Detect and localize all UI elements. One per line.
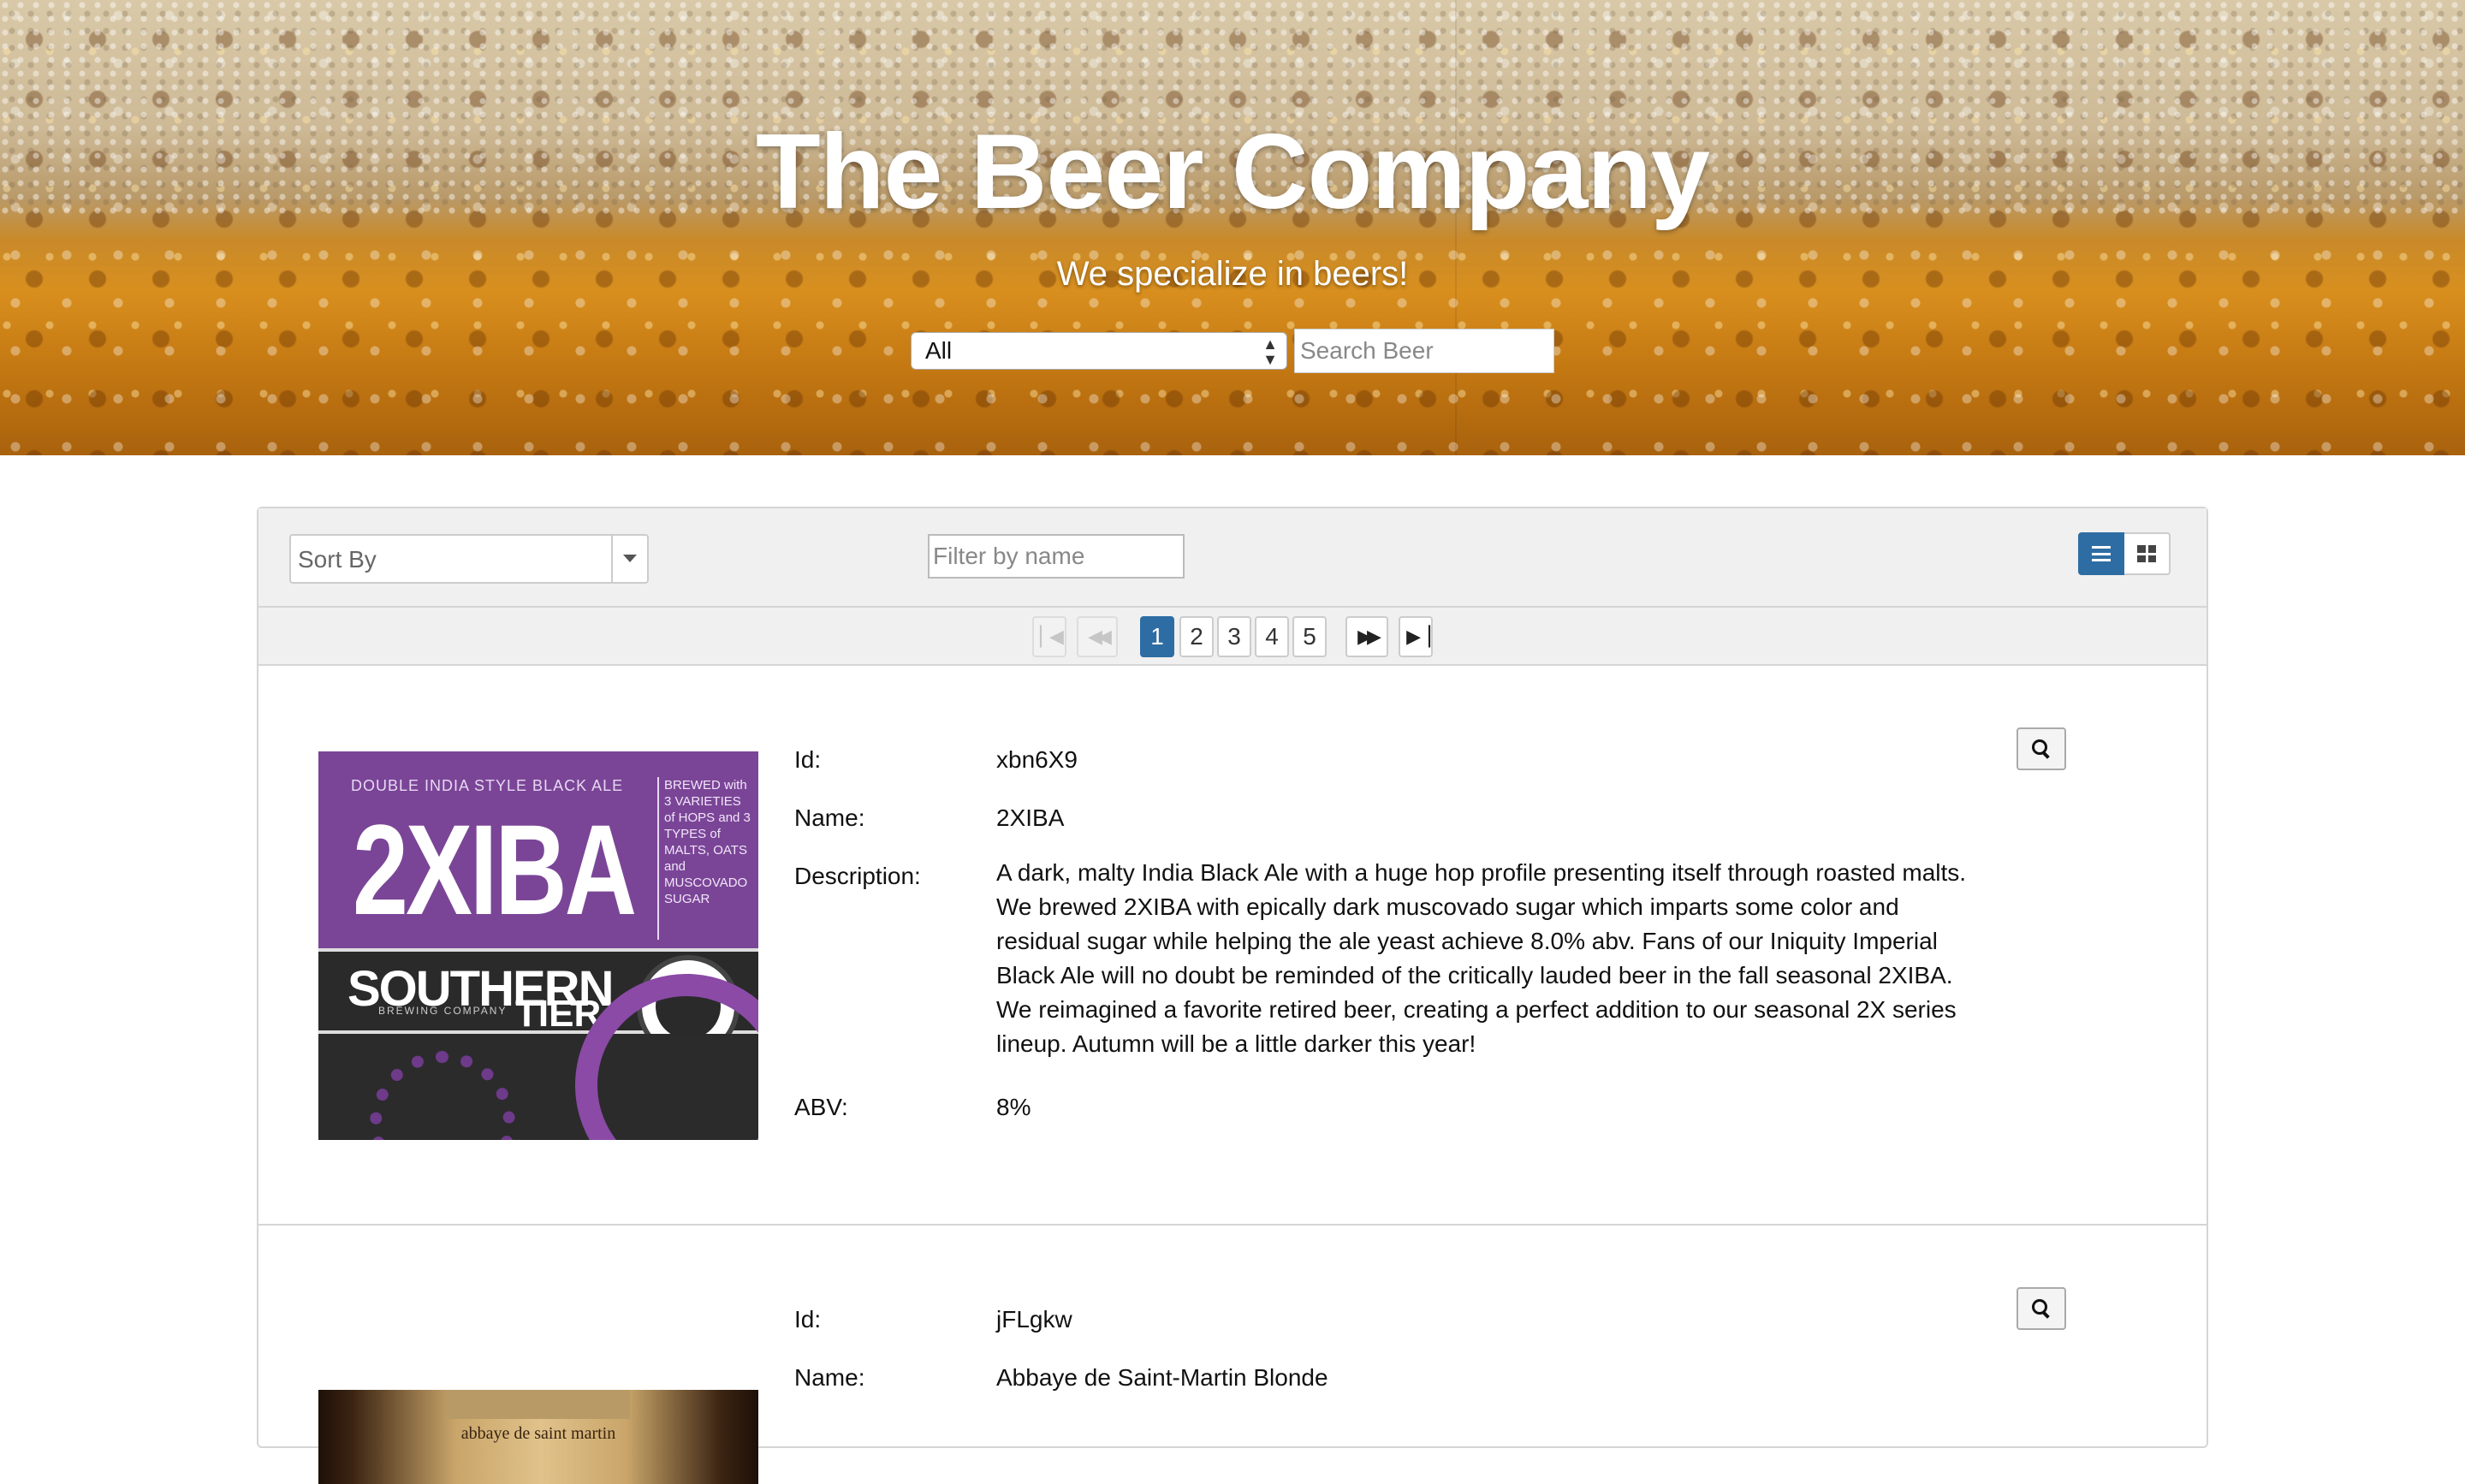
- first-page-icon: ▏◀: [1040, 626, 1064, 647]
- id-label: Id:: [794, 1306, 822, 1333]
- page-title: The Beer Company: [755, 113, 1710, 231]
- list-view-button[interactable]: [2078, 532, 2124, 575]
- label-text: abbaye de saint martin: [460, 1424, 616, 1443]
- id-value: jFLgkw: [996, 1306, 1072, 1333]
- id-label: Id:: [794, 746, 822, 773]
- sort-dropdown-toggle[interactable]: [611, 536, 647, 582]
- page-button-1[interactable]: 1: [1140, 616, 1174, 657]
- view-details-button[interactable]: [2017, 1287, 2066, 1330]
- view-details-button[interactable]: [2017, 727, 2066, 770]
- rewind-icon: ◀◀: [1088, 626, 1112, 647]
- fast-forward-icon: ▶▶: [1357, 626, 1381, 647]
- category-select[interactable]: All ▲ ▼: [911, 332, 1287, 370]
- label-brand-2: TIER: [515, 993, 602, 1035]
- search-icon: [2032, 1299, 2051, 1318]
- pagination: ▏◀ ◀◀ 1 2 3 4 5 ▶▶ ▶▕: [258, 608, 2207, 666]
- list-icon: [2092, 546, 2111, 561]
- beer-list-item: DOUBLE INDIA STYLE BLACK ALE 2XIBA BREWE…: [258, 666, 2207, 1226]
- description-value: A dark, malty India Black Ale with a hug…: [996, 859, 1967, 1057]
- hero-banner: The Beer Company We specialize in beers!…: [0, 0, 2465, 455]
- previous-page-button[interactable]: ◀◀: [1077, 616, 1118, 657]
- next-page-button[interactable]: ▶▶: [1345, 616, 1388, 657]
- label-tagline: DOUBLE INDIA STYLE BLACK ALE: [351, 777, 624, 794]
- beer-label-image: DOUBLE INDIA STYLE BLACK ALE 2XIBA BREWE…: [318, 751, 758, 1140]
- grid-icon: [2137, 545, 2156, 562]
- toolbar: Sort By: [258, 508, 2207, 608]
- view-toggle: [2078, 532, 2171, 575]
- abv-label: ABV:: [794, 1094, 848, 1120]
- page-subtitle: We specialize in beers!: [1056, 255, 1409, 293]
- name-value: 2XIBA: [996, 804, 1065, 831]
- sort-placeholder: Sort By: [298, 546, 377, 573]
- sort-dropdown[interactable]: Sort By: [289, 534, 649, 584]
- category-select-value: All: [925, 337, 953, 364]
- label-side-text: BREWED with 3 VARIETIES of HOPS and 3 TY…: [664, 778, 751, 906]
- id-value: xbn6X9: [996, 746, 1078, 773]
- beer-list-panel: Sort By ▏◀ ◀◀ 1 2 3 4 5 ▶▶ ▶▕ DOUBLE IND…: [257, 507, 2208, 1484]
- first-page-button[interactable]: ▏◀: [1032, 616, 1066, 657]
- abv-value: 8%: [996, 1094, 1031, 1120]
- beer-list-item: abbaye de saint martin Id: jFLgkw Name: …: [258, 1226, 2207, 1484]
- search-icon: [2032, 739, 2051, 758]
- filter-by-name-input[interactable]: [928, 534, 1185, 579]
- page-button-5[interactable]: 5: [1292, 616, 1327, 657]
- name-label: Name:: [794, 1364, 865, 1391]
- select-arrows-icon: ▲ ▼: [1262, 335, 1278, 368]
- page-button-3[interactable]: 3: [1217, 616, 1251, 657]
- last-page-icon: ▶▕: [1406, 626, 1430, 647]
- beer-label-image: abbaye de saint martin: [318, 1390, 758, 1484]
- name-label: Name:: [794, 804, 865, 831]
- grid-view-button[interactable]: [2124, 532, 2171, 575]
- label-gear-graphic: [370, 1051, 515, 1140]
- label-beer-name: 2XIBA: [353, 798, 637, 941]
- name-value: Abbaye de Saint-Martin Blonde: [996, 1364, 1328, 1391]
- description-label: Description:: [794, 863, 921, 889]
- label-brand-sub: BREWING COMPANY: [378, 1005, 508, 1017]
- last-page-button[interactable]: ▶▕: [1399, 616, 1433, 657]
- search-beer-input[interactable]: [1294, 329, 1554, 373]
- page-button-2[interactable]: 2: [1179, 616, 1214, 657]
- page-button-4[interactable]: 4: [1255, 616, 1289, 657]
